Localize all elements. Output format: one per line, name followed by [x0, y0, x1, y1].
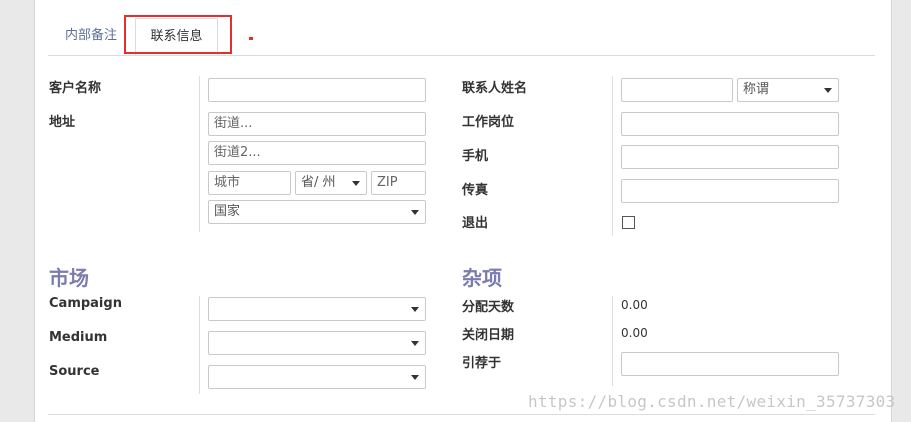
zip-input[interactable]: ZIP: [371, 171, 426, 195]
chevron-down-icon: [352, 181, 360, 186]
medium-select[interactable]: [208, 331, 426, 355]
country-value: 国家: [214, 204, 241, 219]
referred-by-label: 引荐于: [462, 356, 502, 371]
title-select[interactable]: 称谓: [737, 78, 839, 102]
mobile-label: 手机: [462, 149, 489, 164]
marketing-divider: [199, 296, 200, 394]
customer-name-label: 客户名称: [49, 81, 102, 96]
street-input[interactable]: 街道...: [208, 112, 426, 136]
contact-name-input[interactable]: [621, 78, 733, 102]
street2-input[interactable]: 街道2...: [208, 141, 426, 165]
chevron-down-icon: [824, 88, 832, 93]
left-divider: [199, 76, 200, 232]
chevron-down-icon: [411, 307, 419, 312]
assign-days-label: 分配天数: [462, 300, 515, 315]
form-bottom-divider: [48, 414, 875, 415]
opt-out-checkbox[interactable]: [622, 216, 635, 229]
mobile-input[interactable]: [621, 145, 839, 169]
chevron-down-icon: [411, 375, 419, 380]
close-days-label: 关闭日期: [462, 328, 515, 343]
tab-internal-notes[interactable]: 内部备注: [65, 18, 117, 55]
referred-by-input[interactable]: [621, 352, 839, 376]
city-input[interactable]: 城市: [208, 171, 291, 195]
source-select[interactable]: [208, 365, 426, 389]
campaign-label: Campaign: [49, 296, 122, 311]
misc-divider: [612, 296, 613, 386]
title-value: 称谓: [743, 82, 770, 97]
chevron-down-icon: [411, 210, 419, 215]
job-position-input[interactable]: [621, 112, 839, 136]
misc-section-title: 杂项: [462, 266, 502, 290]
campaign-select[interactable]: [208, 297, 426, 321]
close-days-value: 0.00: [621, 326, 648, 340]
watermark: https://blog.csdn.net/weixin_35737303: [528, 392, 896, 411]
contact-name-label: 联系人姓名: [462, 81, 528, 96]
chevron-down-icon: [411, 341, 419, 346]
source-label: Source: [49, 364, 100, 379]
highlight-box: [124, 15, 232, 54]
state-value: 省/ 州: [301, 175, 336, 190]
opt-out-label: 退出: [462, 216, 489, 231]
tab-underline: [48, 55, 875, 56]
medium-label: Medium: [49, 330, 108, 345]
address-label: 地址: [49, 115, 76, 130]
fax-label: 传真: [462, 183, 489, 198]
state-select[interactable]: 省/ 州: [295, 171, 367, 195]
country-select[interactable]: 国家: [208, 200, 426, 224]
job-position-label: 工作岗位: [462, 115, 515, 130]
assign-days-value: 0.00: [621, 298, 648, 312]
marketing-section-title: 市场: [49, 266, 89, 290]
right-divider: [612, 76, 613, 236]
customer-name-input[interactable]: [208, 78, 426, 102]
fax-input[interactable]: [621, 179, 839, 203]
highlight-dot: [249, 37, 253, 40]
